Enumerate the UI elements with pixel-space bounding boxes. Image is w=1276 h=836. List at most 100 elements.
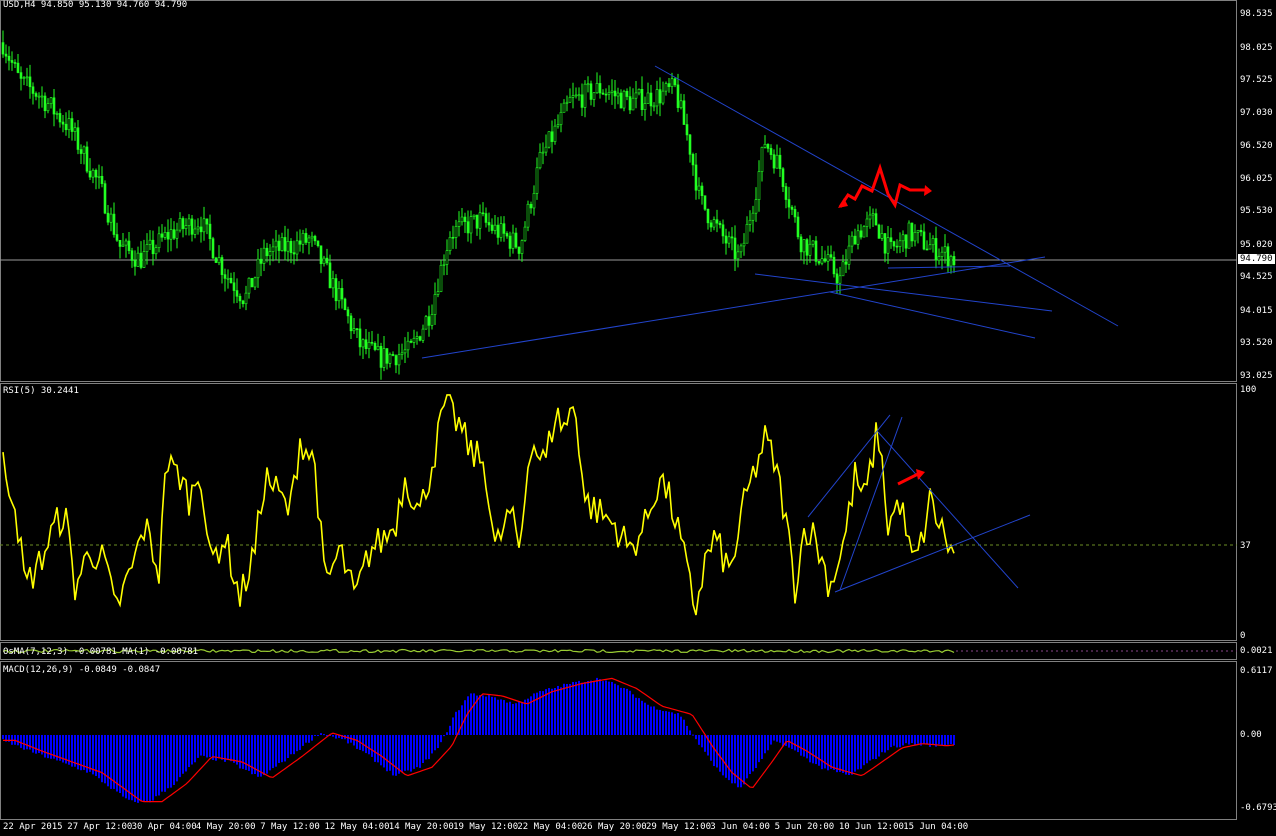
- macd-bar: [719, 735, 721, 772]
- candle-body: [154, 247, 158, 255]
- macd-tick-zero: 0.00: [1240, 730, 1262, 740]
- macd-bar: [146, 735, 148, 802]
- macd-bar: [107, 735, 109, 787]
- macd-bar: [749, 735, 751, 774]
- candle-body: [418, 336, 422, 341]
- macd-bar: [899, 735, 901, 748]
- candle-body: [121, 244, 125, 247]
- candle-body: [670, 78, 674, 87]
- macd-bar: [158, 735, 160, 796]
- macd-bar: [263, 735, 265, 776]
- macd-bar: [599, 679, 601, 735]
- macd-bar: [32, 735, 34, 753]
- candle-body: [781, 168, 785, 187]
- candle-body: [160, 233, 164, 238]
- candle-body: [151, 239, 155, 255]
- candle-body: [70, 118, 74, 132]
- candle-body: [787, 199, 791, 208]
- macd-bar: [767, 735, 769, 751]
- candle-body: [229, 277, 233, 284]
- rsi-trendline: [834, 514, 1031, 593]
- candle-body: [793, 209, 797, 218]
- candle-body: [241, 300, 245, 305]
- candle-body: [244, 292, 248, 305]
- candle-body: [859, 230, 863, 238]
- macd-bar: [722, 735, 724, 776]
- candle-body: [820, 258, 824, 264]
- candle-body: [661, 90, 665, 104]
- macd-bar: [806, 735, 808, 759]
- macd-bar: [689, 730, 691, 735]
- macd-bar: [404, 735, 406, 771]
- candle-body: [559, 111, 563, 125]
- macd-bar: [275, 735, 277, 767]
- candle-body: [67, 118, 71, 131]
- candle-body: [853, 235, 857, 245]
- price-tick: 94.015: [1240, 305, 1273, 316]
- macd-bar: [23, 735, 25, 750]
- time-tick: 26 May 20:00: [581, 822, 647, 832]
- candle-body: [697, 185, 701, 191]
- chart-canvas: [0, 30, 1237, 803]
- macd-bar: [815, 735, 817, 765]
- candle-body: [910, 222, 914, 242]
- price-trendline: [829, 291, 1036, 339]
- candle-body: [922, 231, 926, 250]
- candle-body: [220, 257, 224, 275]
- candle-body: [634, 92, 638, 99]
- candle-body: [595, 83, 599, 94]
- candle-body: [640, 89, 644, 110]
- price-tick: 98.025: [1240, 42, 1273, 53]
- macd-bar: [167, 735, 169, 789]
- candle-body: [289, 240, 293, 253]
- macd-bar: [626, 688, 628, 735]
- macd-bar: [137, 735, 139, 803]
- macd-bar: [128, 735, 130, 800]
- candle-body: [568, 96, 572, 103]
- candle-body: [142, 251, 146, 268]
- candle-body: [217, 257, 221, 263]
- macd-bar: [17, 735, 19, 746]
- candle-body: [388, 354, 392, 364]
- candle-body: [556, 124, 560, 127]
- candle-body: [196, 226, 200, 230]
- macd-bar: [614, 683, 616, 735]
- macd-bar: [491, 696, 493, 735]
- macd-bar: [497, 699, 499, 735]
- candle-body: [778, 154, 782, 170]
- macd-bar: [665, 711, 667, 735]
- macd-bar: [290, 735, 292, 755]
- candle-body: [715, 219, 719, 224]
- macd-bar: [371, 735, 373, 757]
- macd-bar: [35, 735, 37, 754]
- candle-body: [385, 348, 389, 364]
- macd-bar: [401, 735, 403, 772]
- candle-body: [109, 213, 113, 223]
- candle-body: [667, 83, 671, 87]
- macd-bar: [314, 735, 316, 736]
- candle-body: [817, 261, 821, 264]
- macd-bar: [323, 734, 325, 736]
- candle-body: [232, 282, 236, 291]
- macd-bar: [683, 719, 685, 735]
- candle-body: [799, 236, 803, 253]
- macd-bar: [773, 735, 775, 741]
- price-tick: 95.020: [1240, 239, 1273, 250]
- candle-body: [826, 254, 830, 262]
- candle-body: [286, 240, 290, 252]
- macd-bar: [713, 735, 715, 767]
- candle-body: [946, 246, 950, 267]
- macd-bar: [647, 704, 649, 735]
- candle-body: [403, 349, 407, 354]
- macd-bar: [638, 698, 640, 735]
- macd-bar: [494, 697, 496, 735]
- macd-bar: [800, 735, 802, 756]
- candle-body: [487, 222, 491, 226]
- macd-bar: [467, 696, 469, 735]
- macd-bar: [890, 735, 892, 748]
- macd-bar: [479, 695, 481, 735]
- macd-bar: [143, 735, 145, 802]
- macd-bar: [854, 735, 856, 772]
- price-tick: 93.025: [1240, 371, 1273, 381]
- macd-bar: [581, 682, 583, 735]
